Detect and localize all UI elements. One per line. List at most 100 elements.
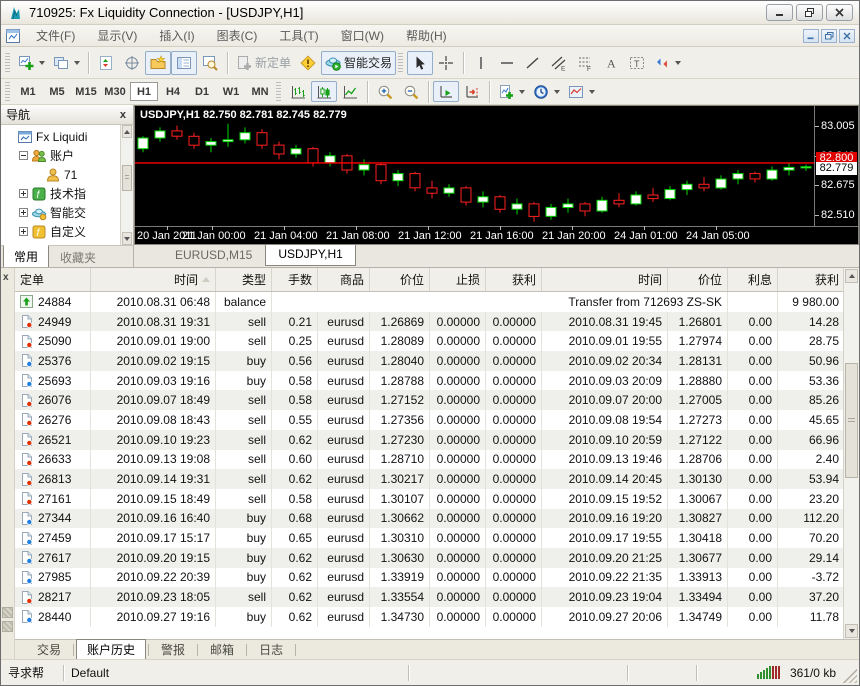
history-row[interactable]: 253762010.09.02 19:15buy0.56eurusd1.2804… bbox=[15, 351, 859, 371]
column-header-10[interactable]: 利息 bbox=[728, 268, 778, 291]
history-row[interactable]: 262762010.09.08 18:43sell0.55eurusd1.273… bbox=[15, 410, 859, 430]
arrows-dropdown-icon[interactable] bbox=[675, 61, 681, 65]
column-header-6[interactable]: 止损 bbox=[430, 268, 486, 291]
auto-scroll-button[interactable] bbox=[433, 81, 459, 102]
terminal-tab-4[interactable]: 日志 bbox=[249, 640, 293, 659]
chart-shift-button[interactable] bbox=[459, 81, 485, 102]
templates-button[interactable] bbox=[564, 81, 599, 102]
terminal-tab-2[interactable]: 警报 bbox=[151, 640, 195, 659]
history-row[interactable]: 274592010.09.17 15:17buy0.65eurusd1.3031… bbox=[15, 528, 859, 548]
history-row[interactable]: 250902010.09.01 19:00sell0.25eurusd1.280… bbox=[15, 331, 859, 351]
scrollbar-thumb[interactable] bbox=[122, 165, 132, 191]
history-row[interactable]: 273442010.09.16 16:40buy0.68eurusd1.3066… bbox=[15, 509, 859, 529]
templates-dropdown-icon[interactable] bbox=[589, 90, 595, 94]
periods-button[interactable] bbox=[529, 81, 564, 102]
column-header-1[interactable]: 时间 bbox=[91, 268, 216, 291]
menu-item-0[interactable]: 文件(F) bbox=[25, 25, 86, 46]
vertical-line-button[interactable] bbox=[468, 51, 494, 75]
history-row[interactable]: 249492010.08.31 19:31sell0.21eurusd1.268… bbox=[15, 312, 859, 332]
column-header-3[interactable]: 手数 bbox=[272, 268, 318, 291]
bar-chart-button[interactable] bbox=[285, 81, 311, 102]
history-row[interactable]: 279852010.09.22 20:39buy0.62eurusd1.3391… bbox=[15, 568, 859, 588]
cursor-button[interactable] bbox=[407, 51, 433, 75]
crosshair-button[interactable] bbox=[433, 51, 459, 75]
text-button[interactable]: A bbox=[598, 51, 624, 75]
zoom-out-button[interactable] bbox=[398, 81, 424, 102]
timeframe-m1-button[interactable]: M1 bbox=[14, 82, 42, 101]
tree-expander-icon[interactable] bbox=[19, 227, 28, 236]
status-profile[interactable]: Default bbox=[64, 660, 408, 685]
toolbar-grip[interactable] bbox=[398, 53, 403, 73]
timeframe-h4-button[interactable]: H4 bbox=[159, 82, 187, 101]
profiles-dropdown-icon[interactable] bbox=[74, 61, 80, 65]
column-header-7[interactable]: 获利 bbox=[486, 268, 542, 291]
timeframe-mn-button[interactable]: MN bbox=[246, 82, 274, 101]
tree-expander-icon[interactable] bbox=[19, 151, 28, 160]
chart-canvas[interactable] bbox=[135, 106, 817, 227]
candlestick-chart-button[interactable] bbox=[311, 81, 337, 102]
column-header-4[interactable]: 商品 bbox=[318, 268, 370, 291]
timeframe-h1-button[interactable]: H1 bbox=[130, 82, 158, 101]
text-label-button[interactable]: T bbox=[624, 51, 650, 75]
toolbar-grip[interactable] bbox=[276, 82, 281, 102]
timeframe-w1-button[interactable]: W1 bbox=[217, 82, 245, 101]
zoom-in-button[interactable] bbox=[372, 81, 398, 102]
market-watch-button[interactable] bbox=[93, 51, 119, 75]
timeframe-m30-button[interactable]: M30 bbox=[101, 82, 129, 101]
new-chart-dropdown-icon[interactable] bbox=[39, 61, 45, 65]
scroll-up-icon[interactable] bbox=[122, 125, 132, 138]
periods-dropdown-icon[interactable] bbox=[554, 90, 560, 94]
tree-expander-icon[interactable] bbox=[19, 189, 28, 198]
tree-item-4[interactable]: 智能交 bbox=[3, 203, 133, 222]
terminal-button[interactable] bbox=[171, 51, 197, 75]
column-header-9[interactable]: 价位 bbox=[668, 268, 728, 291]
navigator-scrollbar[interactable] bbox=[120, 125, 133, 245]
terminal-tab-3[interactable]: 邮箱 bbox=[200, 640, 244, 659]
history-row[interactable]: 282172010.09.23 18:05sell0.62eurusd1.335… bbox=[15, 587, 859, 607]
terminal-scrollbar[interactable] bbox=[843, 268, 859, 639]
minimize-button[interactable] bbox=[766, 4, 793, 21]
navigator-close-icon[interactable]: x bbox=[118, 109, 128, 121]
history-row[interactable]: 265212010.09.10 19:23sell0.62eurusd1.272… bbox=[15, 430, 859, 450]
history-row[interactable]: 266332010.09.13 19:08sell0.60eurusd1.287… bbox=[15, 450, 859, 470]
history-row[interactable]: 271612010.09.15 18:49sell0.58eurusd1.301… bbox=[15, 489, 859, 509]
column-header-2[interactable]: 类型 bbox=[216, 268, 272, 291]
chart-window[interactable]: USDJPY,H1 82.750 82.781 82.745 82.779 83… bbox=[134, 105, 859, 245]
tree-item-2[interactable]: 71 bbox=[3, 165, 133, 184]
alert-warning-button[interactable] bbox=[295, 51, 321, 75]
tree-item-5[interactable]: f自定义 bbox=[3, 222, 133, 241]
column-header-5[interactable]: 价位 bbox=[370, 268, 430, 291]
column-header-8[interactable]: 时间 bbox=[542, 268, 668, 291]
menu-item-5[interactable]: 窗口(W) bbox=[330, 25, 395, 46]
line-chart-button[interactable] bbox=[337, 81, 363, 102]
tree-item-3[interactable]: f技术指 bbox=[3, 184, 133, 203]
history-row[interactable]: 260762010.09.07 18:49sell0.58eurusd1.271… bbox=[15, 390, 859, 410]
expert-advisors-button[interactable]: 智能交易 bbox=[321, 51, 396, 75]
history-row[interactable]: 248842010.08.31 06:48balanceTransfer fro… bbox=[15, 292, 859, 312]
scroll-down-icon[interactable] bbox=[122, 232, 132, 245]
scroll-down-icon[interactable] bbox=[845, 624, 858, 638]
timeframe-m15-button[interactable]: M15 bbox=[72, 82, 100, 101]
history-row[interactable]: 268132010.09.14 19:31sell0.62eurusd1.302… bbox=[15, 469, 859, 489]
child-minimize-button[interactable] bbox=[803, 29, 819, 43]
indicators-button[interactable] bbox=[494, 81, 529, 102]
timeframe-d1-button[interactable]: D1 bbox=[188, 82, 216, 101]
horizontal-line-button[interactable] bbox=[494, 51, 520, 75]
indicators-dropdown-icon[interactable] bbox=[519, 90, 525, 94]
chart-tab-eurusd-m15[interactable]: EURUSD,M15 bbox=[162, 245, 265, 267]
column-header-0[interactable]: 定单 bbox=[15, 268, 91, 291]
terminal-close-icon[interactable]: x bbox=[3, 272, 9, 283]
history-row[interactable]: 276172010.09.20 19:15buy0.62eurusd1.3063… bbox=[15, 548, 859, 568]
equidistant-channel-button[interactable]: E bbox=[546, 51, 572, 75]
scroll-up-icon[interactable] bbox=[845, 269, 858, 283]
menu-item-4[interactable]: 工具(T) bbox=[268, 25, 329, 46]
tree-expander-icon[interactable] bbox=[19, 208, 28, 217]
chart-tab-usdjpy-h1[interactable]: USDJPY,H1 bbox=[265, 244, 355, 266]
tree-item-1[interactable]: 账户 bbox=[3, 146, 133, 165]
tree-item-0[interactable]: Fx Liquidi bbox=[3, 127, 133, 146]
terminal-tab-1[interactable]: 账户历史 bbox=[76, 639, 146, 659]
navigator-tab-0[interactable]: 常用 bbox=[3, 245, 49, 269]
child-restore-button[interactable] bbox=[821, 29, 837, 43]
restore-button[interactable] bbox=[796, 4, 823, 21]
profiles-button[interactable] bbox=[49, 51, 84, 75]
